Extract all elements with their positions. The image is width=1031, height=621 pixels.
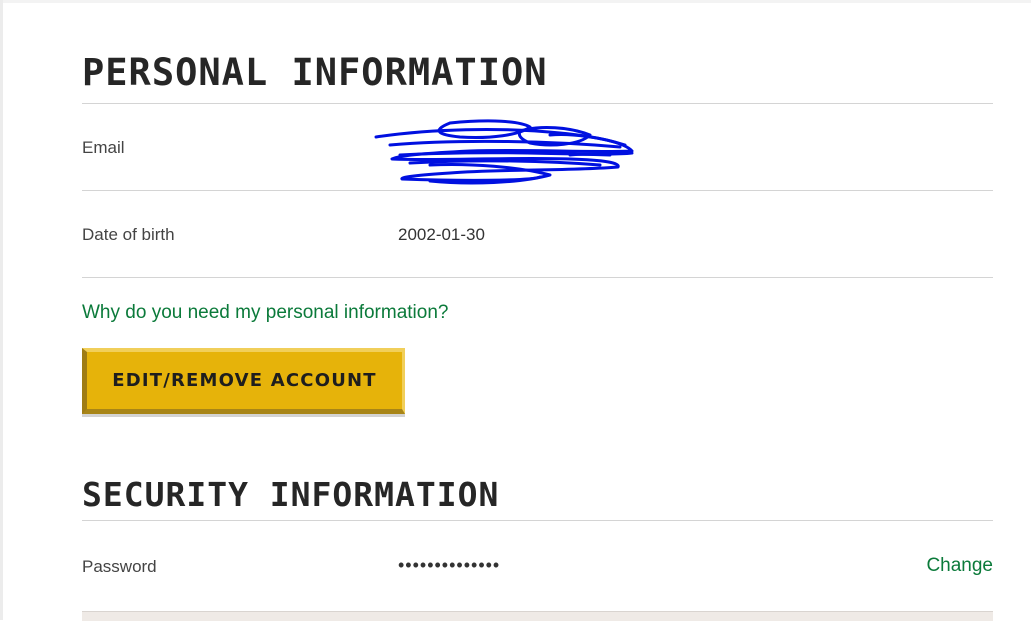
divider [82, 103, 993, 104]
top-edge [0, 0, 1031, 3]
password-value: •••••••••••••• [398, 555, 501, 575]
date-of-birth-label: Date of birth [82, 225, 175, 244]
personal-information-title: PERSONAL INFORMATION [82, 51, 548, 94]
divider [82, 190, 993, 191]
why-personal-info-link[interactable]: Why do you need my personal information? [82, 302, 448, 324]
edit-remove-account-button[interactable]: EDIT/REMOVE ACCOUNT [82, 348, 405, 414]
security-information-title: SECURITY INFORMATION [82, 475, 500, 514]
password-label: Password [82, 557, 157, 576]
date-of-birth-value: 2002-01-30 [398, 225, 485, 244]
left-edge [0, 0, 3, 620]
email-label: Email [82, 138, 125, 157]
redaction-scribble [374, 119, 634, 185]
change-password-link[interactable]: Change [926, 555, 993, 577]
divider [82, 520, 993, 521]
divider [82, 277, 993, 278]
